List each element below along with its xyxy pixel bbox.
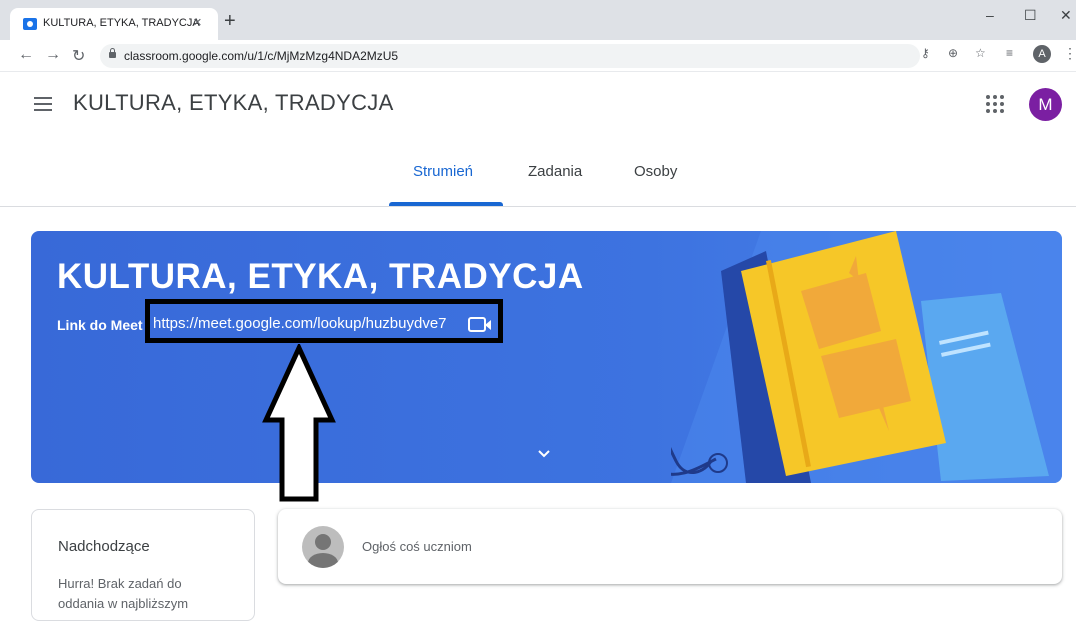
address-bar[interactable]: classroom.google.com/u/1/c/MjMzMzg4NDA2M… [100, 44, 920, 68]
close-window-button[interactable]: ✕ [1060, 7, 1072, 24]
meet-link-label: Link do Meet [57, 317, 143, 333]
upcoming-card: Nadchodzące Hurra! Brak zadań do oddania… [31, 509, 255, 621]
user-avatar-placeholder-icon [302, 526, 344, 568]
back-arrow-icon[interactable]: ← [18, 46, 34, 64]
browser-tab[interactable]: KULTURA, ETYKA, TRADYCJA × [10, 8, 218, 40]
banner-illustration [671, 231, 1062, 483]
class-banner: KULTURA, ETYKA, TRADYCJA Link do Meet ht… [31, 231, 1062, 483]
tab-people[interactable]: Osoby [634, 163, 677, 180]
tab-stream[interactable]: Strumień [413, 163, 473, 180]
bookmark-star-icon[interactable]: ☆ [975, 46, 986, 60]
class-tabs: Strumień Zadania Osoby [0, 140, 1076, 207]
browser-toolbar: ← → ↻ classroom.google.com/u/1/c/MjMzMzg… [0, 40, 1076, 72]
announce-placeholder[interactable]: Ogłoś coś uczniom [362, 539, 472, 554]
announce-box[interactable]: Ogłoś coś uczniom [278, 509, 1062, 584]
upcoming-title: Nadchodzące [58, 538, 150, 555]
new-tab-button[interactable]: + [224, 11, 236, 31]
reload-icon[interactable]: ↻ [72, 46, 85, 66]
apps-grid-icon[interactable] [986, 95, 1004, 113]
reading-list-icon[interactable]: ≡ [1006, 46, 1013, 60]
maximize-button[interactable]: ☐ [1024, 7, 1037, 24]
zoom-icon[interactable]: ⊕ [948, 46, 958, 60]
browser-profile-avatar[interactable]: A [1033, 45, 1051, 63]
classroom-favicon-icon [23, 18, 37, 30]
key-icon[interactable]: ⚷ [921, 46, 930, 60]
hamburger-menu-icon[interactable] [34, 97, 54, 111]
url-text[interactable]: classroom.google.com/u/1/c/MjMzMzg4NDA2M… [124, 49, 398, 63]
lock-icon [109, 48, 116, 58]
chevron-down-icon[interactable] [537, 447, 551, 461]
browser-tabstrip: KULTURA, ETYKA, TRADYCJA × + – ☐ ✕ [0, 0, 1076, 40]
browser-tab-title: KULTURA, ETYKA, TRADYCJA [43, 17, 200, 29]
user-avatar[interactable]: M [1029, 88, 1062, 121]
active-tab-indicator [389, 202, 503, 206]
forward-arrow-icon[interactable]: → [45, 46, 61, 64]
class-title[interactable]: KULTURA, ETYKA, TRADYCJA [73, 90, 394, 116]
tab-classwork[interactable]: Zadania [528, 163, 582, 180]
upcoming-text: Hurra! Brak zadań do oddania w najbliższ… [58, 576, 189, 611]
browser-menu-icon[interactable]: ⋮ [1063, 45, 1076, 62]
annotation-arrow-icon [262, 344, 336, 502]
minimize-button[interactable]: – [986, 7, 994, 23]
annotation-highlight-box [145, 299, 503, 343]
banner-title: KULTURA, ETYKA, TRADYCJA [57, 257, 584, 296]
tab-close-icon[interactable]: × [193, 14, 202, 31]
